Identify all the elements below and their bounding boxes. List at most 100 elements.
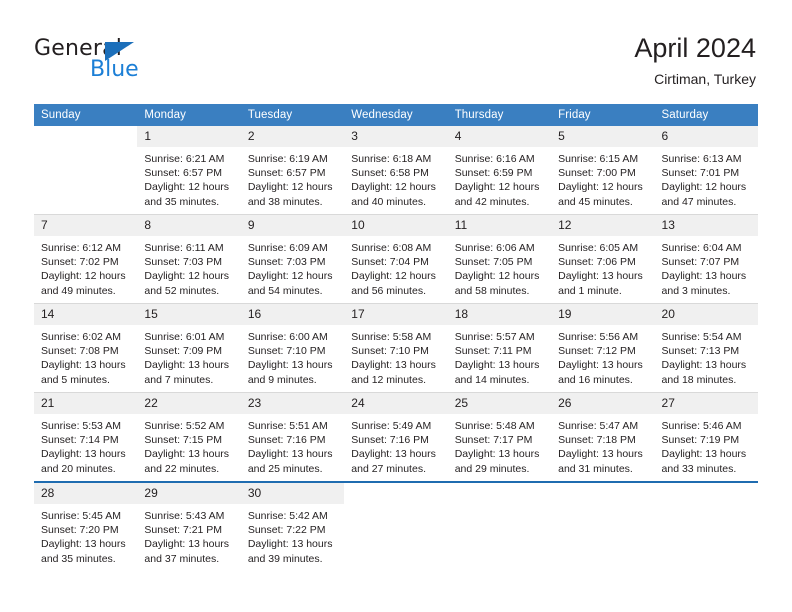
sunrise-text: Sunrise: 5:45 AM: [41, 510, 121, 522]
daylight-text-line1: Daylight: 13 hours: [454, 359, 540, 372]
day-cell[interactable]: 2 Sunrise: 6:19 AM Sunset: 6:57 PM Daylight…: [240, 126, 345, 214]
daylight-text-line2: and 9 minutes.: [247, 373, 317, 386]
sunset-text: Sunset: 7:03 PM: [247, 256, 326, 269]
day-cell[interactable]: 19 Sunrise: 5:56 AM Sunset: 7:12 PM Dayligh…: [551, 304, 655, 392]
generalblue-logo[interactable]: General Blue: [34, 38, 234, 84]
day-number: 10: [344, 215, 448, 236]
day-cell[interactable]: 23 Sunrise: 5:51 AM Sunset: 7:16 PM Dayligh…: [240, 393, 345, 481]
day-cell[interactable]: 10 Sunrise: 6:08 AM Sunset: 7:04 PM Dayligh…: [344, 215, 448, 303]
day-details: Sunrise: 5:42 AM Sunset: 7:22 PM Daylight:…: [241, 504, 344, 566]
sunset-text: Sunset: 7:07 PM: [661, 256, 740, 269]
daylight-text-line2: and 25 minutes.: [247, 462, 323, 475]
daylight-text-line1: Daylight: 13 hours: [41, 359, 126, 372]
daylight-text-line2: and 49 minutes.: [41, 284, 116, 297]
daylight-text-line1: Daylight: 13 hours: [661, 359, 747, 372]
day-cell[interactable]: 7 Sunrise: 6:12 AM Sunset: 7:02 PM Daylight…: [34, 215, 138, 303]
day-number: 4: [447, 126, 552, 147]
day-details: Sunrise: 5:57 AM Sunset: 7:11 PM Daylight:…: [448, 325, 551, 387]
sunrise-text: Sunrise: 6:00 AM: [247, 331, 328, 343]
day-details: Sunrise: 5:54 AM Sunset: 7:13 PM Daylight:…: [655, 325, 758, 387]
day-number: 2: [240, 126, 345, 147]
day-details: Sunrise: 5:51 AM Sunset: 7:16 PM Daylight:…: [241, 414, 344, 476]
day-number: 30: [240, 483, 345, 504]
day-cell[interactable]: 15 Sunrise: 6:01 AM Sunset: 7:09 PM Dayligh…: [137, 304, 241, 392]
daylight-text-line2: and 45 minutes.: [558, 195, 633, 208]
day-cell[interactable]: 6 Sunrise: 6:13 AM Sunset: 7:01 PM Daylight…: [654, 126, 758, 214]
daylight-text-line2: and 12 minutes.: [351, 373, 426, 386]
daylight-text-line1: Daylight: 12 hours: [247, 270, 333, 283]
sunset-text: Sunset: 7:18 PM: [558, 434, 636, 447]
day-cell[interactable]: 3 Sunrise: 6:18 AM Sunset: 6:58 PM Daylight…: [344, 126, 448, 214]
sunset-text: Sunset: 7:19 PM: [661, 434, 740, 447]
daylight-text-line2: and 20 minutes.: [41, 462, 116, 475]
sunset-text: Sunset: 7:20 PM: [41, 524, 119, 537]
day-cell[interactable]: 24 Sunrise: 5:49 AM Sunset: 7:16 PM Dayligh…: [344, 393, 448, 481]
day-details: Sunrise: 6:04 AM Sunset: 7:07 PM Daylight:…: [655, 236, 758, 298]
daylight-text-line1: Daylight: 12 hours: [41, 270, 126, 283]
day-details: Sunrise: 6:16 AM Sunset: 6:59 PM Daylight:…: [448, 147, 551, 209]
day-cell[interactable]: 16 Sunrise: 6:00 AM Sunset: 7:10 PM Dayligh…: [240, 304, 345, 392]
sunset-text: Sunset: 7:10 PM: [247, 345, 326, 358]
day-details: Sunrise: 5:46 AM Sunset: 7:19 PM Daylight:…: [655, 414, 758, 476]
daylight-text-line1: Daylight: 12 hours: [351, 181, 436, 194]
day-cell[interactable]: 25 Sunrise: 5:48 AM Sunset: 7:17 PM Dayligh…: [447, 393, 552, 481]
daylight-text-line1: Daylight: 13 hours: [454, 448, 540, 461]
day-cell[interactable]: 4 Sunrise: 6:16 AM Sunset: 6:59 PM Daylight…: [447, 126, 552, 214]
day-details: Sunrise: 6:05 AM Sunset: 7:06 PM Daylight:…: [551, 236, 654, 298]
daylight-text-line1: Daylight: 12 hours: [247, 181, 333, 194]
day-number: 27: [654, 393, 758, 414]
day-cell[interactable]: 26 Sunrise: 5:47 AM Sunset: 7:18 PM Dayligh…: [551, 393, 655, 481]
sunrise-text: Sunrise: 6:09 AM: [247, 242, 328, 254]
day-cell[interactable]: 11 Sunrise: 6:06 AM Sunset: 7:05 PM Dayligh…: [447, 215, 552, 303]
day-cell[interactable]: 9 Sunrise: 6:09 AM Sunset: 7:03 PM Daylight…: [240, 215, 345, 303]
daylight-text-line1: Daylight: 13 hours: [558, 270, 643, 283]
day-cell[interactable]: 12 Sunrise: 6:05 AM Sunset: 7:06 PM Dayligh…: [551, 215, 655, 303]
sunrise-text: Sunrise: 6:01 AM: [144, 331, 225, 343]
day-cell[interactable]: 17 Sunrise: 5:58 AM Sunset: 7:10 PM Dayligh…: [344, 304, 448, 392]
daylight-text-line2: and 52 minutes.: [144, 284, 220, 297]
page-header: General Blue April 2024 Cirtiman, Turkey: [0, 0, 792, 100]
day-cell[interactable]: 14 Sunrise: 6:02 AM Sunset: 7:08 PM Dayligh…: [34, 304, 138, 392]
daylight-text-line2: and 3 minutes.: [661, 284, 731, 297]
day-cell[interactable]: 5 Sunrise: 6:15 AM Sunset: 7:00 PM Daylight…: [551, 126, 655, 214]
day-cell[interactable]: 22 Sunrise: 5:52 AM Sunset: 7:15 PM Dayligh…: [137, 393, 241, 481]
sunrise-text: Sunrise: 5:51 AM: [247, 420, 328, 432]
sunrise-sunset-calendar: Sunday Monday Tuesday Wednesday Thursday…: [34, 104, 758, 571]
daylight-text-line1: Daylight: 13 hours: [351, 359, 436, 372]
day-cell[interactable]: 8 Sunrise: 6:11 AM Sunset: 7:03 PM Daylight…: [137, 215, 241, 303]
day-cell[interactable]: 18 Sunrise: 5:57 AM Sunset: 7:11 PM Dayligh…: [447, 304, 552, 392]
day-cell[interactable]: 29 Sunrise: 5:43 AM Sunset: 7:21 PM Dayligh…: [137, 483, 241, 571]
day-number: 18: [447, 304, 552, 325]
day-cell[interactable]: 13 Sunrise: 6:04 AM Sunset: 7:07 PM Dayligh…: [654, 215, 758, 303]
calendar-page: General Blue April 2024 Cirtiman, Turkey…: [0, 0, 792, 612]
weekday-header-saturday: Saturday: [654, 104, 758, 126]
day-cell[interactable]: 21 Sunrise: 5:53 AM Sunset: 7:14 PM Dayligh…: [34, 393, 138, 481]
weekday-header-friday: Friday: [551, 104, 655, 126]
day-details: Sunrise: 5:48 AM Sunset: 7:17 PM Daylight:…: [448, 414, 551, 476]
day-cell[interactable]: 30 Sunrise: 5:42 AM Sunset: 7:22 PM Dayligh…: [240, 483, 345, 571]
day-cell[interactable]: 28 Sunrise: 5:45 AM Sunset: 7:20 PM Dayligh…: [34, 483, 138, 571]
day-details: Sunrise: 6:12 AM Sunset: 7:02 PM Daylight:…: [34, 236, 137, 298]
daylight-text-line2: and 22 minutes.: [144, 462, 220, 475]
logo-text-blue: Blue: [90, 57, 139, 82]
day-cell[interactable]: 20 Sunrise: 5:54 AM Sunset: 7:13 PM Dayligh…: [654, 304, 758, 392]
sunrise-text: Sunrise: 5:47 AM: [558, 420, 639, 432]
daylight-text-line1: Daylight: 12 hours: [144, 181, 230, 194]
sunrise-text: Sunrise: 6:02 AM: [41, 331, 121, 343]
day-number: [655, 483, 758, 504]
sunset-text: Sunset: 7:12 PM: [558, 345, 636, 358]
day-number: [344, 483, 447, 504]
day-cell-empty: [551, 483, 654, 571]
sunset-text: Sunset: 7:03 PM: [144, 256, 223, 269]
day-details: Sunrise: 5:49 AM Sunset: 7:16 PM Daylight:…: [344, 414, 447, 476]
daylight-text-line2: and 40 minutes.: [351, 195, 426, 208]
daylight-text-line1: Daylight: 13 hours: [351, 448, 436, 461]
page-title: April 2024: [634, 33, 756, 63]
calendar-week-row: 7 Sunrise: 6:12 AM Sunset: 7:02 PM Daylight…: [34, 214, 758, 304]
day-cell[interactable]: 27 Sunrise: 5:46 AM Sunset: 7:19 PM Dayligh…: [654, 393, 758, 481]
day-cell[interactable]: 1 Sunrise: 6:21 AM Sunset: 6:57 PM Daylight…: [137, 126, 241, 214]
calendar-week-row: 14 Sunrise: 6:02 AM Sunset: 7:08 PM Dayligh…: [34, 303, 758, 393]
sunrise-text: Sunrise: 6:08 AM: [351, 242, 432, 254]
daylight-text-line1: Daylight: 13 hours: [144, 359, 230, 372]
sunset-text: Sunset: 6:59 PM: [454, 167, 533, 180]
